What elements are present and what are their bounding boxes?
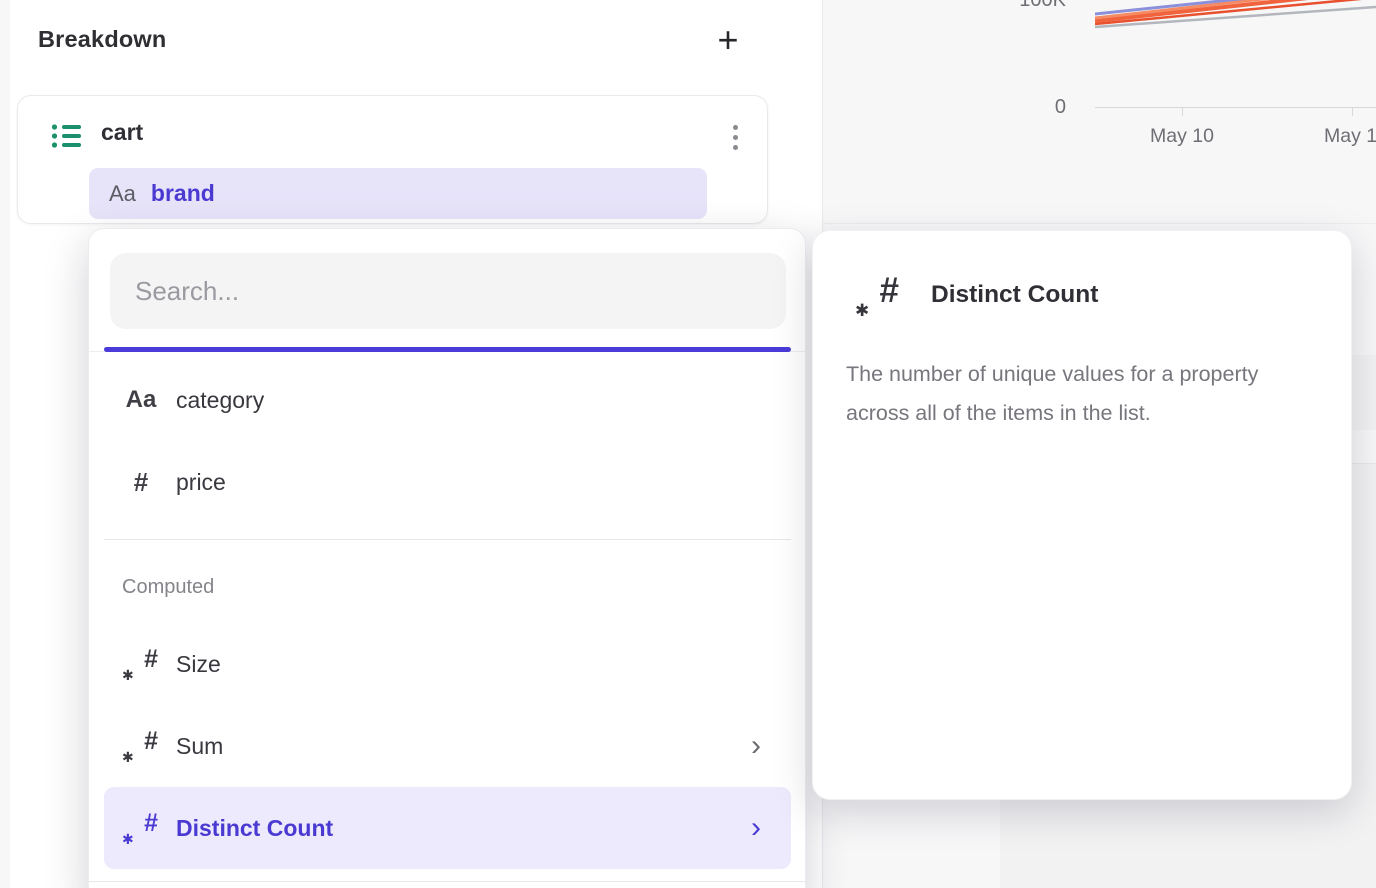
active-tab-underline — [104, 347, 791, 352]
y-axis-tick-100k: 100K — [1008, 0, 1066, 10]
computed-number-icon: # ✱ — [124, 646, 158, 682]
menu-item-sum[interactable]: # ✱ Sum › — [89, 705, 805, 787]
computed-number-icon: # ✱ — [124, 810, 158, 846]
kebab-dot — [733, 135, 738, 140]
number-type-icon: # — [134, 467, 148, 498]
breakdown-card-cart: cart Aa brand — [17, 95, 768, 224]
chart-section-border — [823, 223, 1376, 224]
menu-divider — [89, 881, 805, 882]
line-chart — [1095, 0, 1376, 34]
property-picker-dropdown: Aa category # price Computed # ✱ Size # … — [88, 228, 806, 888]
menu-item-size[interactable]: # ✱ Size — [89, 623, 805, 705]
menu-item-category[interactable]: Aa category — [89, 359, 805, 441]
x-axis-tick — [1182, 108, 1183, 116]
chevron-right-icon: › — [751, 813, 761, 843]
selected-property-label: brand — [151, 180, 215, 207]
distinct-count-tooltip: # ✱ Distinct Count The number of unique … — [812, 230, 1352, 800]
computed-section-label: Computed — [122, 576, 214, 599]
plus-icon: + — [717, 22, 738, 58]
tooltip-description: The number of unique values for a proper… — [846, 355, 1324, 433]
computed-number-icon: # ✱ — [853, 271, 903, 323]
menu-item-price[interactable]: # price — [89, 441, 805, 523]
list-property-icon — [51, 123, 81, 154]
text-type-icon: Aa — [109, 181, 136, 207]
card-overflow-menu-button[interactable] — [723, 120, 747, 154]
computed-number-icon: # ✱ — [124, 728, 158, 764]
text-type-icon: Aa — [126, 386, 157, 414]
kebab-dot — [733, 145, 738, 150]
x-axis-tick — [1352, 108, 1353, 116]
menu-divider — [104, 539, 791, 540]
breakdown-section-title: Breakdown — [38, 26, 166, 53]
search-input[interactable] — [110, 253, 786, 329]
chevron-right-icon: › — [751, 731, 761, 761]
selected-property-brand[interactable]: Aa brand — [89, 168, 707, 219]
kebab-dot — [733, 125, 738, 130]
add-breakdown-button[interactable]: + — [706, 18, 750, 62]
x-axis-label-may1x: May 1 — [1324, 125, 1376, 148]
x-axis-line — [1095, 107, 1376, 108]
menu-item-distinct-count[interactable]: # ✱ Distinct Count › — [89, 787, 805, 869]
y-axis-tick-0: 0 — [1008, 96, 1066, 119]
cart-property-title[interactable]: cart — [101, 119, 143, 146]
tooltip-title: Distinct Count — [931, 281, 1098, 309]
x-axis-label-may10: May 10 — [1150, 125, 1214, 148]
